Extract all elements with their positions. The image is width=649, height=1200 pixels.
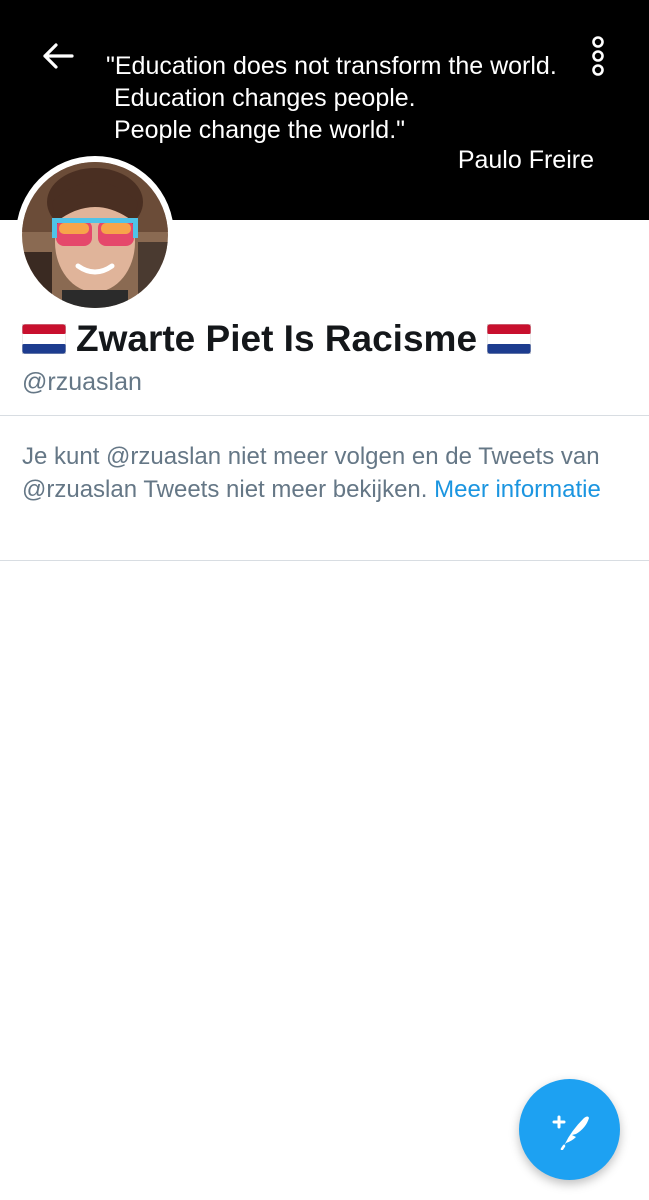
banner-quote: "Education does not transform the world.…: [106, 50, 576, 146]
netherlands-flag-icon: [22, 324, 66, 354]
profile-screen: "Education does not transform the world.…: [0, 0, 649, 1200]
quote-author: Paulo Freire: [457, 146, 594, 174]
more-options-icon: [592, 36, 604, 76]
back-button[interactable]: [30, 28, 86, 84]
display-name-row: Zwarte Piet Is Racisme: [22, 316, 532, 362]
quote-line: "Education does not transform the world.: [106, 52, 557, 80]
blocked-notice: Je kunt @rzuaslan niet meer volgen en de…: [22, 440, 602, 506]
learn-more-link[interactable]: Meer informatie: [434, 476, 601, 503]
quote-line: Education changes people.: [114, 84, 416, 112]
compose-tweet-button[interactable]: [519, 1079, 620, 1180]
divider: [0, 415, 649, 416]
back-arrow-icon: [43, 43, 74, 69]
netherlands-flag-icon: [487, 324, 532, 354]
more-options-button[interactable]: [578, 30, 618, 82]
compose-tweet-icon: [552, 1115, 589, 1150]
divider: [0, 560, 649, 561]
avatar[interactable]: [16, 156, 174, 314]
avatar-image: [22, 162, 168, 308]
user-handle: @rzuaslan: [22, 368, 142, 396]
quote-line: People change the world.": [114, 116, 406, 144]
display-name: Zwarte Piet Is Racisme: [76, 318, 478, 359]
